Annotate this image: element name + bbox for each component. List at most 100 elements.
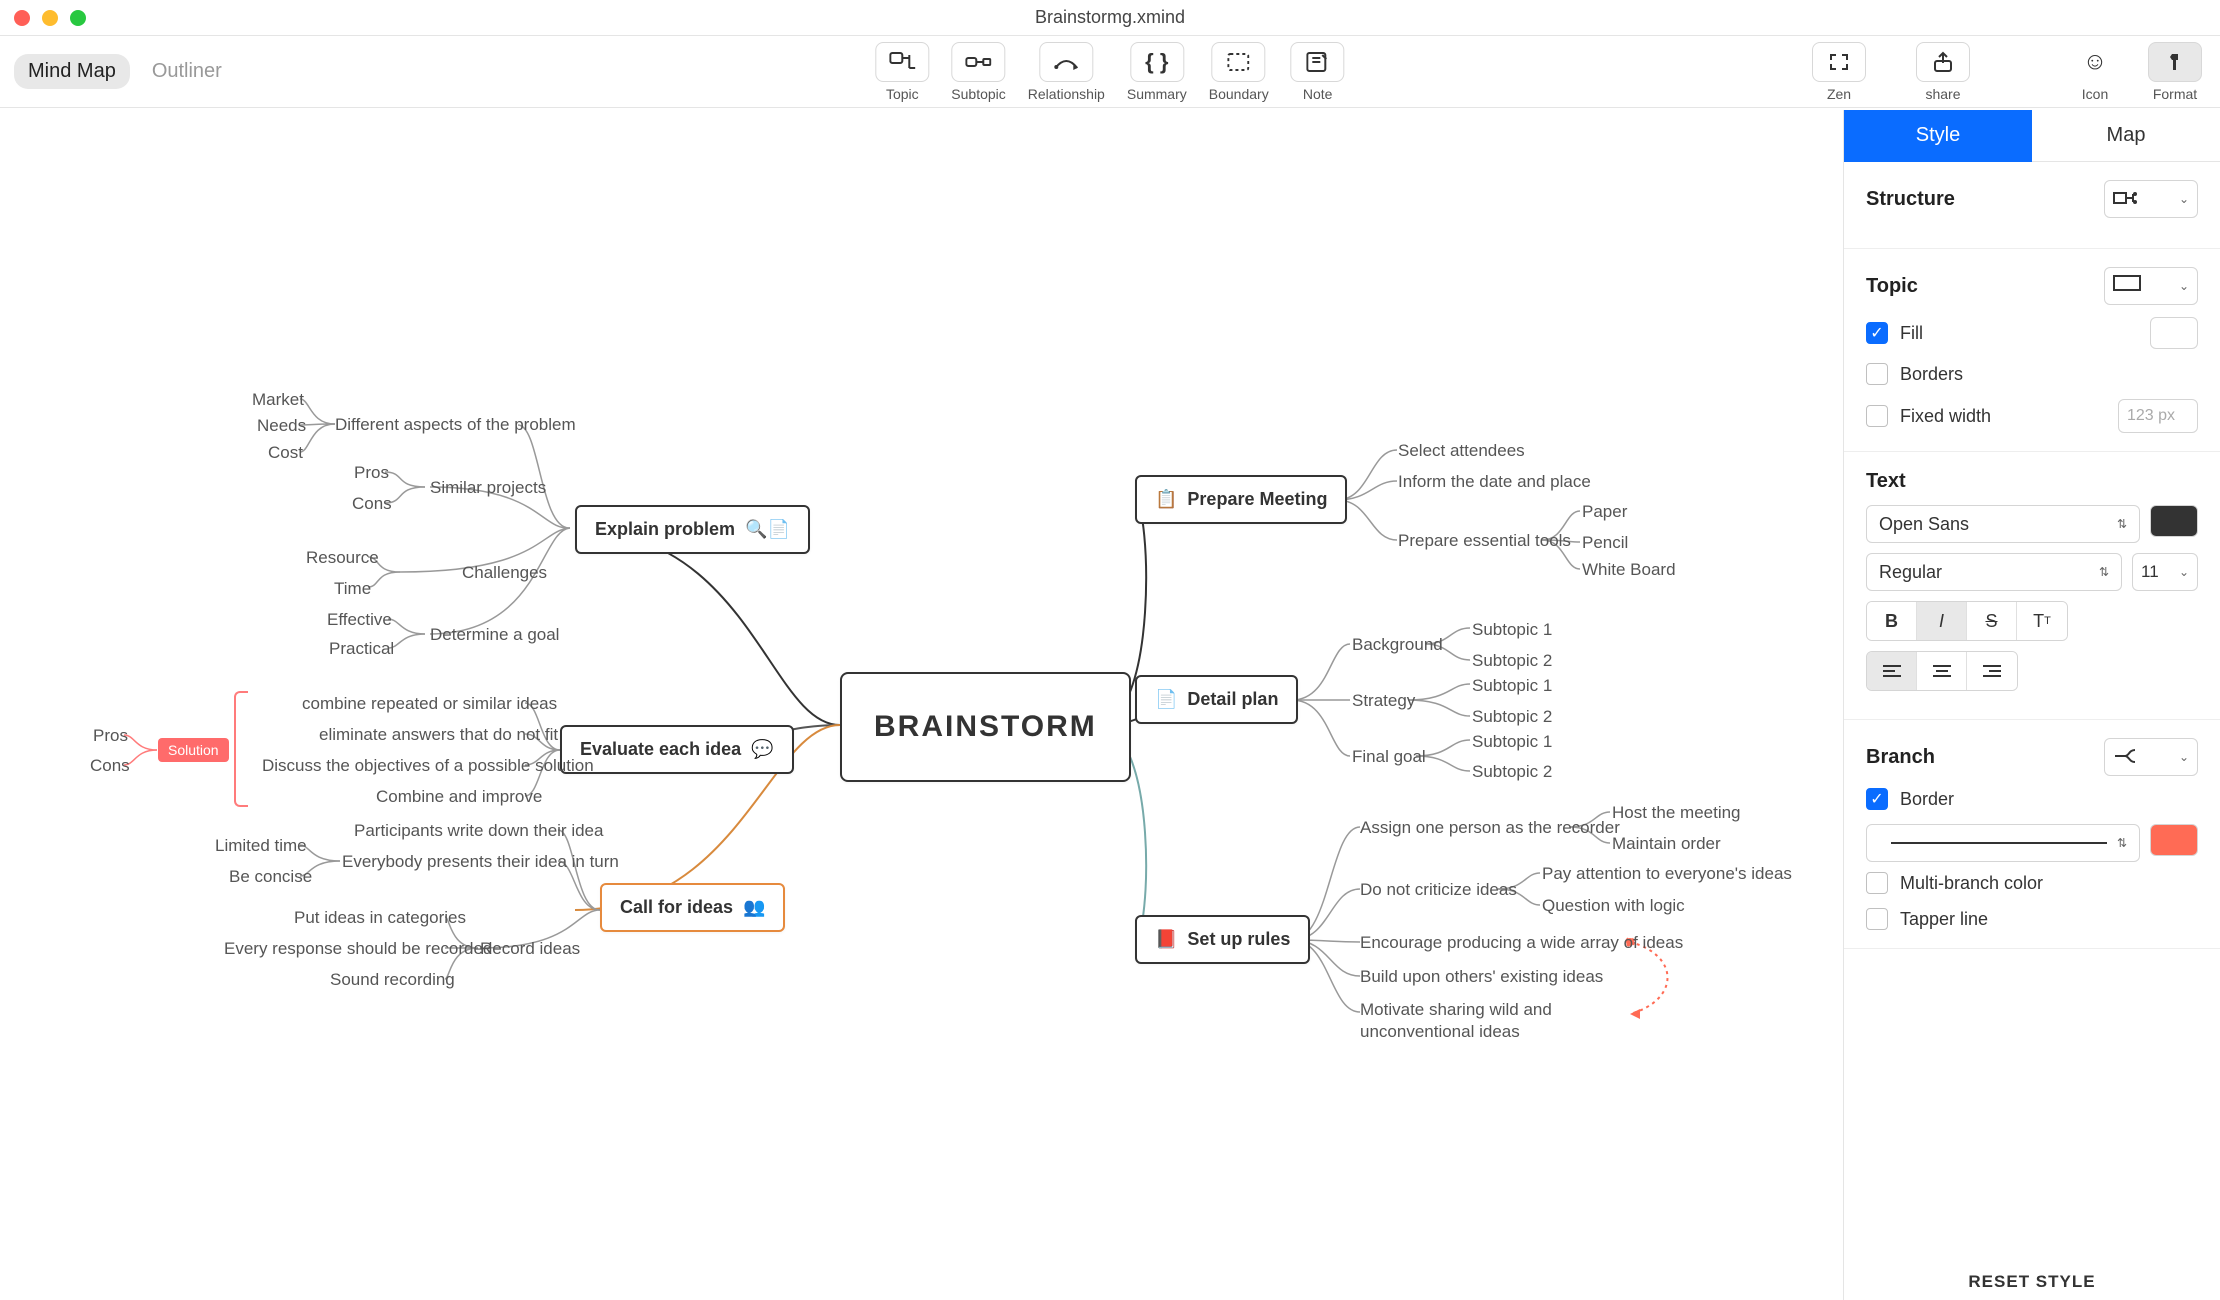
- leaf[interactable]: Market: [252, 390, 304, 410]
- center-topic[interactable]: BRAINSTORM: [840, 672, 1131, 782]
- topic-button[interactable]: Topic: [875, 42, 929, 102]
- minimize-window-icon[interactable]: [42, 10, 58, 26]
- leaf[interactable]: Subtopic 2: [1472, 651, 1552, 671]
- topic-explain-problem[interactable]: Explain problem 🔍📄: [575, 505, 810, 554]
- italic-button[interactable]: I: [1917, 602, 1967, 640]
- leaf[interactable]: Pros: [354, 463, 389, 483]
- topic-set-up-rules[interactable]: 📕 Set up rules: [1135, 915, 1310, 964]
- topic-prepare-meeting[interactable]: 📋 Prepare Meeting: [1135, 475, 1347, 524]
- align-center-button[interactable]: [1917, 652, 1967, 690]
- leaf[interactable]: Limited time: [215, 836, 307, 856]
- leaf[interactable]: Discuss the objectives of a possible sol…: [262, 756, 594, 776]
- line-style-select[interactable]: ⇅: [1866, 824, 2140, 862]
- topic-shape-select[interactable]: ⌄: [2104, 267, 2198, 305]
- strikethrough-button[interactable]: S: [1967, 602, 2017, 640]
- leaf[interactable]: Every response should be recorded: [224, 939, 492, 959]
- leaf[interactable]: Prepare essential tools: [1398, 531, 1571, 551]
- leaf[interactable]: Participants write down their idea: [354, 821, 603, 841]
- leaf[interactable]: Determine a goal: [430, 625, 559, 645]
- share-button[interactable]: share: [1916, 42, 1970, 102]
- border-color-swatch[interactable]: [2150, 824, 2198, 856]
- fixed-width-input[interactable]: 123 px: [2118, 399, 2198, 433]
- leaf[interactable]: combine repeated or similar ideas: [302, 694, 557, 714]
- leaf[interactable]: Pay attention to everyone's ideas: [1542, 864, 1792, 884]
- leaf[interactable]: Similar projects: [430, 478, 546, 498]
- leaf[interactable]: Put ideas in categories: [294, 908, 466, 928]
- fill-checkbox[interactable]: ✓: [1866, 322, 1888, 344]
- leaf[interactable]: Combine and improve: [376, 787, 542, 807]
- leaf[interactable]: Encourage producing a wide array of idea…: [1360, 933, 1683, 953]
- multi-branch-checkbox[interactable]: [1866, 872, 1888, 894]
- borders-checkbox[interactable]: [1866, 363, 1888, 385]
- mind-map-canvas[interactable]: BRAINSTORM Explain problem 🔍📄 Evaluate e…: [0, 110, 1843, 1300]
- subtopic-button[interactable]: Subtopic: [951, 42, 1005, 102]
- border-checkbox[interactable]: ✓: [1866, 788, 1888, 810]
- leaf[interactable]: Subtopic 1: [1472, 676, 1552, 696]
- tab-map[interactable]: Map: [2032, 110, 2220, 162]
- leaf[interactable]: Subtopic 2: [1472, 762, 1552, 782]
- tab-style[interactable]: Style: [1844, 110, 2032, 162]
- summary-solution[interactable]: Solution: [158, 738, 229, 762]
- topic-call-for-ideas[interactable]: Call for ideas 👥: [600, 883, 785, 932]
- format-button[interactable]: Format: [2148, 42, 2202, 102]
- leaf[interactable]: Pros: [93, 726, 128, 746]
- fill-color-swatch[interactable]: [2150, 317, 2198, 349]
- leaf[interactable]: Challenges: [462, 563, 547, 583]
- fixed-width-checkbox[interactable]: [1866, 405, 1888, 427]
- leaf[interactable]: Sound recording: [330, 970, 455, 990]
- leaf[interactable]: Assign one person as the recorder: [1360, 818, 1620, 838]
- leaf[interactable]: Final goal: [1352, 747, 1426, 767]
- structure-select[interactable]: ⌄: [2104, 180, 2198, 218]
- leaf[interactable]: Record ideas: [480, 939, 580, 959]
- leaf[interactable]: Cons: [90, 756, 130, 776]
- leaf[interactable]: Everybody presents their idea in turn: [342, 852, 619, 872]
- branch-style-select[interactable]: ⌄: [2104, 738, 2198, 776]
- leaf[interactable]: Paper: [1582, 502, 1627, 522]
- leaf[interactable]: Do not criticize ideas: [1360, 880, 1517, 900]
- leaf[interactable]: Inform the date and place: [1398, 472, 1591, 492]
- leaf[interactable]: Maintain order: [1612, 834, 1721, 854]
- leaf[interactable]: Build upon others' existing ideas: [1360, 967, 1603, 987]
- close-window-icon[interactable]: [14, 10, 30, 26]
- tapper-line-checkbox[interactable]: [1866, 908, 1888, 930]
- leaf[interactable]: Subtopic 1: [1472, 620, 1552, 640]
- leaf[interactable]: Subtopic 1: [1472, 732, 1552, 752]
- leaf[interactable]: Time: [334, 579, 371, 599]
- font-size-select[interactable]: 11 ⌄: [2132, 553, 2198, 591]
- leaf[interactable]: Select attendees: [1398, 441, 1525, 461]
- font-weight-select[interactable]: Regular ⇅: [1866, 553, 2122, 591]
- icon-button[interactable]: ☺ Icon: [2068, 42, 2122, 102]
- zen-button[interactable]: Zen: [1812, 42, 1866, 102]
- align-right-button[interactable]: [1967, 652, 2017, 690]
- bold-button[interactable]: B: [1867, 602, 1917, 640]
- relationship-button[interactable]: Relationship: [1028, 42, 1105, 102]
- leaf[interactable]: Background: [1352, 635, 1443, 655]
- leaf[interactable]: Subtopic 2: [1472, 707, 1552, 727]
- boundary-button[interactable]: Boundary: [1209, 42, 1269, 102]
- leaf[interactable]: Practical: [329, 639, 394, 659]
- leaf[interactable]: Effective: [327, 610, 392, 630]
- leaf[interactable]: White Board: [1582, 560, 1676, 580]
- maximize-window-icon[interactable]: [70, 10, 86, 26]
- leaf[interactable]: Strategy: [1352, 691, 1415, 711]
- leaf[interactable]: Needs: [257, 416, 306, 436]
- summary-button[interactable]: { } Summary: [1127, 42, 1187, 102]
- note-button[interactable]: Note: [1291, 42, 1345, 102]
- leaf[interactable]: Be concise: [229, 867, 312, 887]
- leaf[interactable]: Different aspects of the problem: [335, 415, 576, 435]
- leaf[interactable]: Resource: [306, 548, 379, 568]
- font-family-select[interactable]: Open Sans ⇅: [1866, 505, 2140, 543]
- leaf[interactable]: eliminate answers that do not fit: [319, 725, 558, 745]
- leaf[interactable]: Question with logic: [1542, 896, 1685, 916]
- tab-mind-map[interactable]: Mind Map: [14, 54, 130, 89]
- text-color-swatch[interactable]: [2150, 505, 2198, 537]
- leaf[interactable]: Motivate sharing wild and unconventional…: [1360, 999, 1635, 1043]
- tab-outliner[interactable]: Outliner: [138, 54, 236, 89]
- align-left-button[interactable]: [1867, 652, 1917, 690]
- leaf[interactable]: Pencil: [1582, 533, 1628, 553]
- text-case-button[interactable]: TT: [2017, 602, 2067, 640]
- reset-style-button[interactable]: RESET STYLE: [1968, 1272, 2095, 1292]
- leaf[interactable]: Host the meeting: [1612, 803, 1741, 823]
- topic-evaluate-each-idea[interactable]: Evaluate each idea 💬: [560, 725, 794, 774]
- topic-detail-plan[interactable]: 📄 Detail plan: [1135, 675, 1298, 724]
